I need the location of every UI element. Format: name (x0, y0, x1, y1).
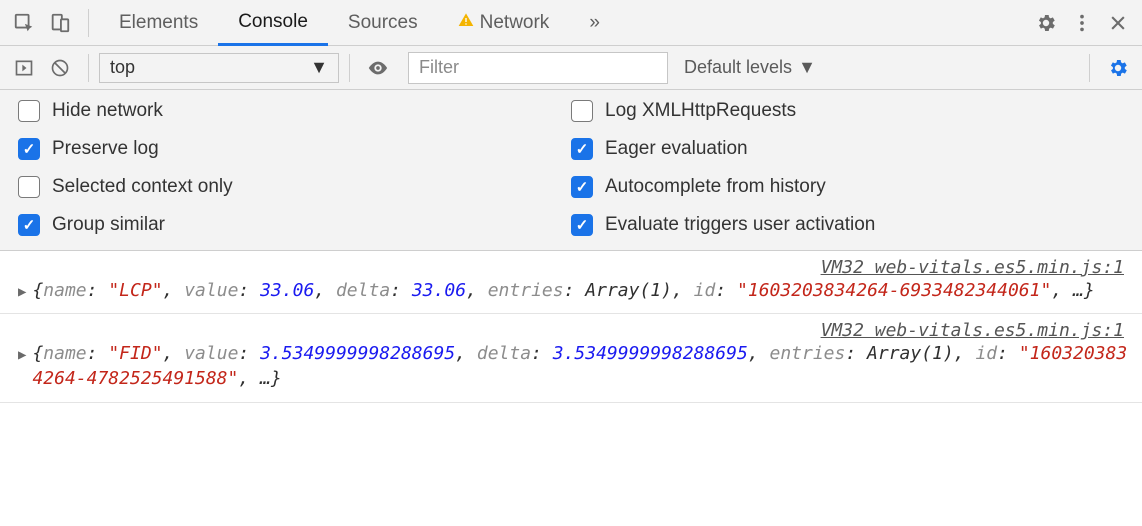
levels-label: Default levels (684, 57, 792, 78)
checkbox-icon (18, 138, 40, 160)
log-levels-selector[interactable]: Default levels ▼ (684, 57, 816, 78)
checkbox-label: Eager evaluation (605, 138, 748, 160)
checkbox-icon (18, 100, 40, 122)
console-output: VM32 web-vitals.es5.min.js:1 ▶ {name: "L… (0, 251, 1142, 403)
console-toolbar: top ▼ Default levels ▼ (0, 46, 1142, 90)
log-source-link[interactable]: VM32 web-vitals.es5.min.js:1 (18, 255, 1134, 278)
settings-gear-icon[interactable] (1031, 8, 1061, 38)
checkbox-log-xhr[interactable]: Log XMLHttpRequests (571, 100, 1124, 122)
checkbox-preserve-log[interactable]: Preserve log (18, 138, 571, 160)
log-entry: VM32 web-vitals.es5.min.js:1 ▶ {name: "F… (0, 314, 1142, 402)
tab-elements[interactable]: Elements (99, 0, 218, 46)
live-expression-icon[interactable] (363, 53, 393, 83)
console-settings-gear-icon[interactable] (1103, 53, 1133, 83)
checkbox-label: Autocomplete from history (605, 176, 826, 198)
more-label: » (589, 12, 600, 34)
checkbox-evaluate-triggers[interactable]: Evaluate triggers user activation (571, 214, 1124, 236)
checkbox-icon (571, 176, 593, 198)
context-value: top (110, 57, 135, 78)
divider (349, 54, 350, 82)
devtools-main-toolbar: Elements Console Sources Network » (0, 0, 1142, 46)
toggle-sidebar-icon[interactable] (9, 53, 39, 83)
kebab-menu-icon[interactable] (1067, 8, 1097, 38)
checkbox-label: Group similar (52, 214, 165, 236)
checkbox-icon (18, 176, 40, 198)
checkbox-label: Evaluate triggers user activation (605, 214, 875, 236)
checkbox-hide-network[interactable]: Hide network (18, 100, 571, 122)
tab-label: Elements (119, 12, 198, 34)
checkbox-autocomplete-history[interactable]: Autocomplete from history (571, 176, 1124, 198)
checkbox-label: Selected context only (52, 176, 233, 198)
checkbox-icon (18, 214, 40, 236)
device-toggle-icon[interactable] (45, 8, 75, 38)
checkbox-eager-evaluation[interactable]: Eager evaluation (571, 138, 1124, 160)
inspect-element-icon[interactable] (9, 8, 39, 38)
log-source-link[interactable]: VM32 web-vitals.es5.min.js:1 (18, 318, 1134, 341)
tab-sources[interactable]: Sources (328, 0, 438, 46)
console-settings-panel: Hide network Log XMLHttpRequests Preserv… (0, 90, 1142, 251)
checkbox-label: Hide network (52, 100, 163, 122)
warning-icon (458, 12, 474, 33)
tab-network[interactable]: Network (438, 0, 570, 46)
context-selector[interactable]: top ▼ (99, 53, 339, 83)
more-tabs-button[interactable]: » (569, 0, 620, 46)
checkbox-selected-context[interactable]: Selected context only (18, 176, 571, 198)
divider (88, 54, 89, 82)
expand-arrow-icon[interactable]: ▶ (18, 347, 26, 363)
divider (88, 9, 89, 37)
checkbox-label: Log XMLHttpRequests (605, 100, 796, 122)
tab-label: Console (238, 11, 308, 33)
chevron-down-icon: ▼ (310, 57, 328, 78)
expand-arrow-icon[interactable]: ▶ (18, 284, 26, 300)
checkbox-label: Preserve log (52, 138, 159, 160)
tab-label: Sources (348, 12, 418, 34)
chevron-down-icon: ▼ (798, 57, 816, 78)
checkbox-icon (571, 214, 593, 236)
clear-console-icon[interactable] (45, 53, 75, 83)
log-object[interactable]: {name: "LCP", value: 33.06, delta: 33.06… (32, 278, 1094, 303)
filter-input[interactable] (408, 52, 668, 84)
tab-console[interactable]: Console (218, 0, 328, 46)
log-entry: VM32 web-vitals.es5.min.js:1 ▶ {name: "L… (0, 251, 1142, 314)
tab-strip: Elements Console Sources Network » (99, 0, 620, 46)
checkbox-group-similar[interactable]: Group similar (18, 214, 571, 236)
close-icon[interactable] (1103, 8, 1133, 38)
checkbox-icon (571, 138, 593, 160)
tab-label: Network (480, 12, 550, 34)
log-object[interactable]: {name: "FID", value: 3.5349999998288695,… (32, 341, 1134, 391)
divider (1089, 54, 1090, 82)
checkbox-icon (571, 100, 593, 122)
